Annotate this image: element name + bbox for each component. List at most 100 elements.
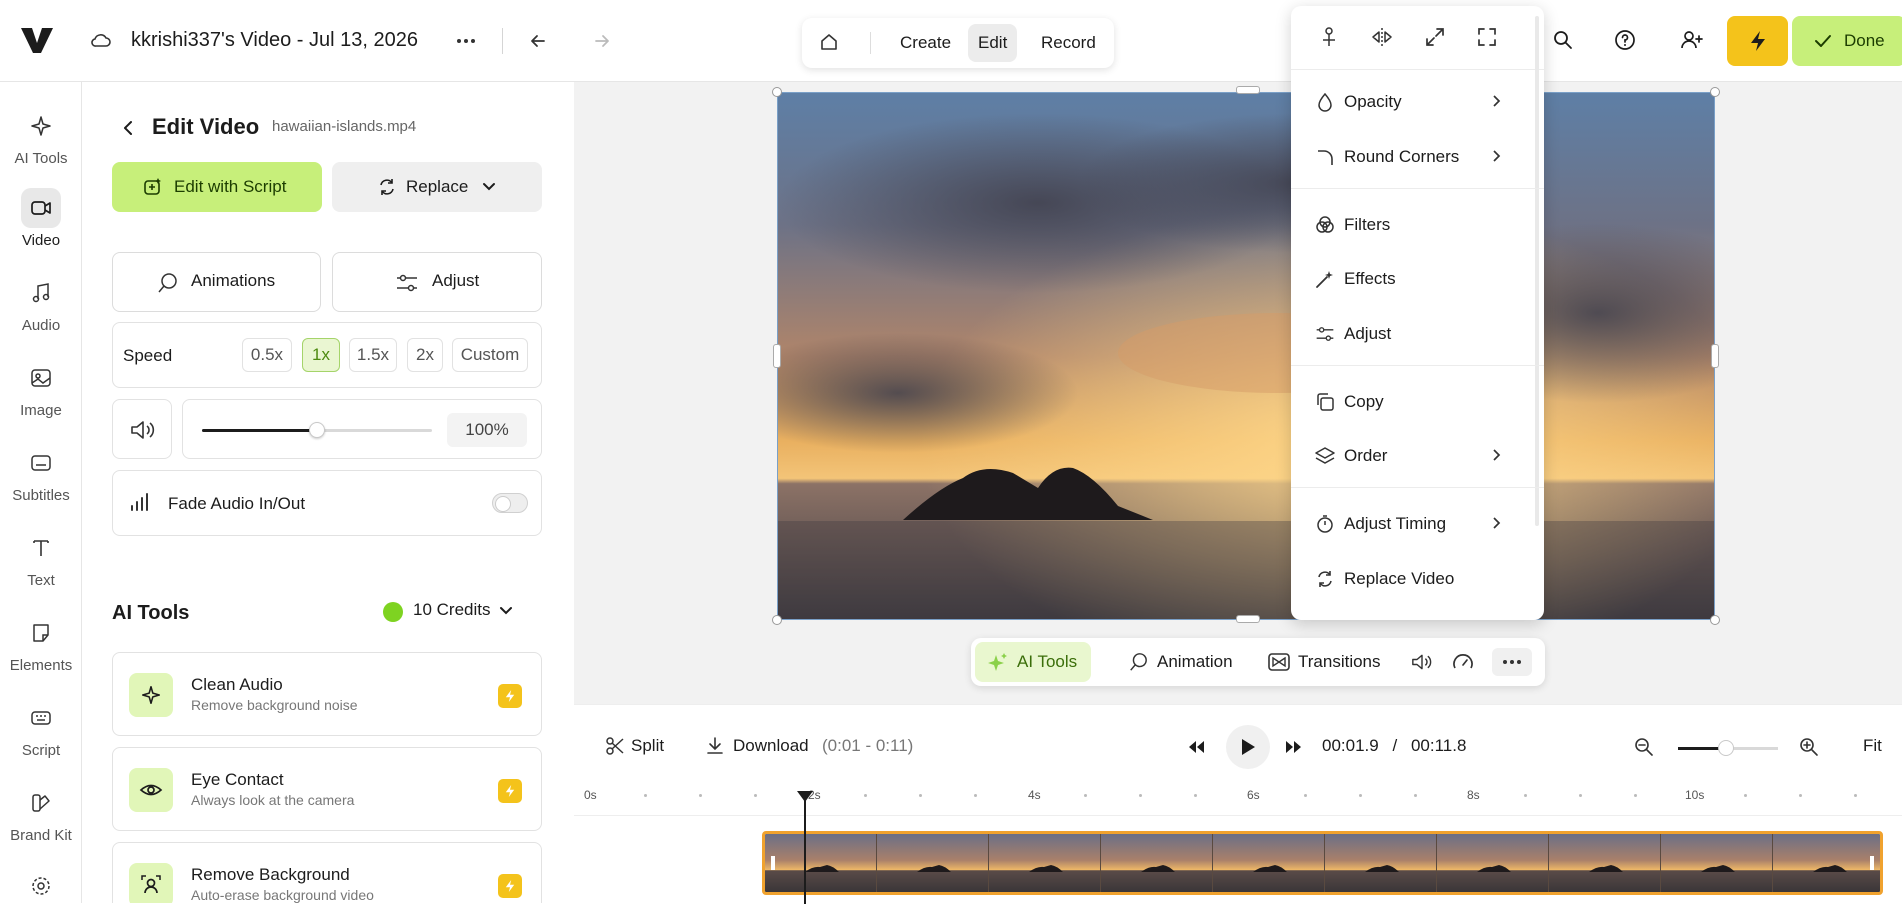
help-icon[interactable] [1614, 29, 1636, 51]
volume-icon[interactable] [1409, 652, 1435, 672]
volume-slider[interactable] [202, 422, 432, 438]
playhead[interactable] [804, 795, 806, 904]
ruler-label: 6s [1247, 788, 1260, 802]
tool-desc: Auto-erase background video [191, 887, 374, 903]
video-transitions-button[interactable]: Transitions [1256, 642, 1395, 682]
video-preview[interactable] [777, 92, 1715, 620]
adjust-button[interactable]: Adjust [332, 252, 542, 312]
nav-item-subtitles[interactable]: Subtitles [0, 443, 82, 504]
zoom-in-icon[interactable] [1799, 737, 1819, 757]
settings-icon[interactable] [0, 866, 82, 910]
video-clip-track[interactable] [762, 831, 1883, 895]
zoom-out-icon[interactable] [1634, 737, 1654, 757]
resize-handle[interactable] [772, 87, 782, 97]
speed-option-custom[interactable]: Custom [452, 338, 528, 372]
nav-label: Brand Kit [10, 827, 72, 844]
menu-item-adjust[interactable]: Adjust [1291, 312, 1544, 356]
fit-button[interactable]: Fit [1863, 736, 1882, 756]
expand-icon[interactable] [1424, 26, 1446, 48]
replace-button[interactable]: Replace [332, 162, 542, 212]
resize-handle[interactable] [773, 344, 781, 368]
speed-label: Speed [123, 346, 173, 365]
speed-gauge-icon[interactable] [1452, 652, 1474, 672]
zoom-thumb[interactable] [1718, 740, 1734, 756]
clip-trim-handle-left[interactable] [771, 856, 775, 870]
more-actions-button[interactable] [1492, 648, 1532, 676]
search-icon[interactable] [1552, 29, 1574, 51]
menu-item-opacity[interactable]: Opacity [1291, 80, 1544, 124]
menu-item-order[interactable]: Order [1291, 434, 1544, 478]
mode-edit-button[interactable]: Edit [968, 24, 1018, 62]
align-icon[interactable] [1319, 26, 1339, 48]
edit-with-script-button[interactable]: Edit with Script [112, 162, 322, 212]
nav-item-ai-tools[interactable]: AI Tools [0, 106, 82, 167]
zoom-slider[interactable] [1678, 740, 1778, 756]
resize-handle[interactable] [1710, 87, 1720, 97]
animations-button[interactable]: Animations [112, 252, 321, 312]
filmstrip-frame [877, 834, 989, 892]
video-animation-button[interactable]: Animation [1115, 642, 1247, 682]
resize-handle[interactable] [772, 615, 782, 625]
menu-label: Round Corners [1344, 147, 1460, 166]
ruler-label: 4s [1028, 788, 1041, 802]
eye-icon [129, 768, 173, 812]
resize-handle[interactable] [1236, 615, 1260, 623]
speed-option-2x[interactable]: 2x [407, 338, 443, 372]
tool-remove-background[interactable]: Remove Background Auto-erase background … [112, 842, 542, 903]
menu-item-adjust-timing[interactable]: Adjust Timing [1291, 502, 1544, 546]
mute-button[interactable] [112, 399, 172, 459]
menu-item-round-corners[interactable]: Round Corners [1291, 135, 1544, 179]
nav-item-text[interactable]: Text [0, 528, 82, 589]
menu-item-copy[interactable]: Copy [1291, 380, 1544, 424]
add-user-icon[interactable] [1680, 29, 1704, 51]
home-icon[interactable] [818, 31, 840, 53]
fullscreen-icon[interactable] [1476, 26, 1498, 48]
menu-label: Order [1344, 446, 1388, 465]
rewind-icon[interactable] [1186, 737, 1206, 757]
tool-clean-audio[interactable]: Clean Audio Remove background noise [112, 652, 542, 736]
time-separator: / [1392, 736, 1398, 755]
refresh-icon [380, 179, 394, 195]
cloud-saved-icon [90, 31, 112, 49]
menu-item-filters[interactable]: Filters [1291, 203, 1544, 247]
volume-value[interactable]: 100% [447, 413, 527, 447]
nav-item-script[interactable]: Script [0, 698, 82, 759]
divider [502, 28, 503, 54]
play-button[interactable] [1226, 725, 1270, 769]
speed-option-1.5x[interactable]: 1.5x [349, 338, 397, 372]
resize-handle[interactable] [1236, 86, 1260, 94]
menu-item-replace-video[interactable]: Replace Video [1291, 557, 1544, 601]
menu-label: Opacity [1344, 92, 1402, 111]
project-title[interactable]: kkrishi337's Video - Jul 13, 2026 [131, 29, 418, 52]
fast-forward-icon[interactable] [1284, 737, 1304, 757]
nav-item-image[interactable]: Image [0, 358, 82, 419]
flip-icon[interactable] [1371, 26, 1393, 48]
app-logo[interactable] [20, 25, 54, 55]
mode-create-button[interactable]: Create [890, 24, 961, 62]
video-ai-tools-button[interactable]: AI Tools [975, 642, 1092, 682]
volume-thumb[interactable] [309, 422, 325, 438]
filmstrip-frame [1773, 834, 1880, 892]
back-arrow-icon[interactable] [119, 118, 137, 138]
nav-item-audio[interactable]: Audio [0, 273, 82, 334]
nav-item-video[interactable]: Video [0, 188, 82, 249]
menu-item-effects[interactable]: Effects [1291, 257, 1544, 301]
undo-icon[interactable] [528, 31, 548, 51]
mode-record-button[interactable]: Record [1031, 24, 1106, 62]
more-options-icon[interactable] [455, 30, 477, 52]
speed-option-0.5x[interactable]: 0.5x [242, 338, 292, 372]
speed-option-1x[interactable]: 1x [302, 338, 340, 372]
fade-audio-toggle[interactable] [492, 493, 528, 513]
clip-trim-handle-right[interactable] [1870, 856, 1874, 870]
done-button[interactable]: Done [1792, 16, 1902, 66]
resize-handle[interactable] [1711, 344, 1719, 368]
nav-item-elements[interactable]: Elements [0, 613, 82, 674]
download-icon [707, 737, 723, 754]
nav-label: Audio [21, 317, 61, 334]
tool-eye-contact[interactable]: Eye Contact Always look at the camera [112, 747, 542, 831]
nav-item-brand-kit[interactable]: Brand Kit [0, 783, 82, 844]
upgrade-bolt-button[interactable] [1727, 16, 1788, 66]
resize-handle[interactable] [1710, 615, 1720, 625]
timeline-ruler[interactable]: 0s 2s 4s 6s 8s 10s [574, 788, 1902, 816]
redo-icon[interactable] [592, 31, 612, 51]
